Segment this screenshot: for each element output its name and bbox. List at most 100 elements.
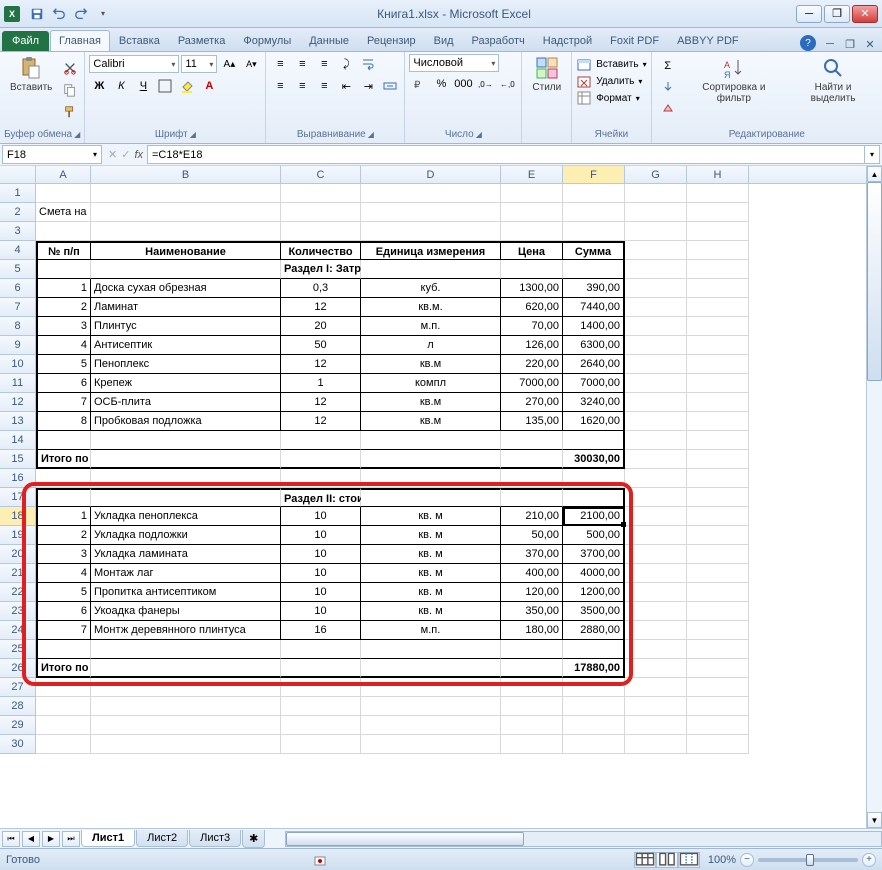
- font-color-button[interactable]: A: [199, 76, 219, 96]
- cell[interactable]: 10: [281, 545, 361, 564]
- cell[interactable]: Количество: [281, 241, 361, 260]
- delete-cells-button[interactable]: Удалить▾: [576, 73, 642, 89]
- select-all-corner[interactable]: [0, 166, 36, 183]
- cell[interactable]: кв. м: [361, 526, 501, 545]
- cell[interactable]: [361, 735, 501, 754]
- cell[interactable]: [687, 507, 749, 526]
- name-box[interactable]: F18▾: [2, 145, 102, 164]
- cell[interactable]: [563, 203, 625, 222]
- row-header-1[interactable]: 1: [0, 184, 36, 203]
- cell[interactable]: Раздел I: Затраты на материалы: [281, 260, 361, 279]
- cell[interactable]: [625, 716, 687, 735]
- cell[interactable]: 620,00: [501, 298, 563, 317]
- column-header-A[interactable]: A: [36, 166, 91, 183]
- cell[interactable]: 70,00: [501, 317, 563, 336]
- scroll-down-button[interactable]: ▼: [867, 812, 882, 828]
- increase-indent-button[interactable]: ⇥: [358, 76, 378, 96]
- sheet-tab-1[interactable]: Лист1: [81, 830, 135, 847]
- cell[interactable]: [91, 222, 281, 241]
- cell[interactable]: [687, 355, 749, 374]
- cell[interactable]: [563, 431, 625, 450]
- cell[interactable]: 8: [36, 412, 91, 431]
- tab-abbyy[interactable]: ABBYY PDF: [668, 30, 748, 51]
- cell[interactable]: [625, 393, 687, 412]
- cell[interactable]: [687, 412, 749, 431]
- cell[interactable]: [91, 640, 281, 659]
- undo-button[interactable]: [50, 5, 68, 23]
- cell[interactable]: [563, 260, 625, 279]
- mdi-close-button[interactable]: ✕: [862, 37, 878, 51]
- comma-format-button[interactable]: 000: [453, 74, 473, 94]
- tab-insert[interactable]: Вставка: [110, 30, 169, 51]
- cell[interactable]: 4: [36, 336, 91, 355]
- row-header-24[interactable]: 24: [0, 621, 36, 640]
- cell[interactable]: 210,00: [501, 507, 563, 526]
- row-header-29[interactable]: 29: [0, 716, 36, 735]
- cell[interactable]: [501, 469, 563, 488]
- cell[interactable]: [625, 678, 687, 697]
- cell[interactable]: [625, 355, 687, 374]
- row-header-21[interactable]: 21: [0, 564, 36, 583]
- cell[interactable]: Укладка подложки: [91, 526, 281, 545]
- sheet-nav-prev[interactable]: ◀: [22, 831, 40, 847]
- cell[interactable]: [91, 469, 281, 488]
- hscroll-thumb[interactable]: [286, 832, 524, 846]
- align-center-button[interactable]: ≡: [292, 76, 312, 96]
- cell[interactable]: [361, 678, 501, 697]
- cell[interactable]: [281, 184, 361, 203]
- cell[interactable]: 5: [36, 583, 91, 602]
- cell[interactable]: [563, 678, 625, 697]
- column-header-H[interactable]: H: [687, 166, 749, 183]
- cell[interactable]: [501, 697, 563, 716]
- row-header-5[interactable]: 5: [0, 260, 36, 279]
- cell[interactable]: кв.м: [361, 393, 501, 412]
- cell[interactable]: 2640,00: [563, 355, 625, 374]
- row-header-19[interactable]: 19: [0, 526, 36, 545]
- cell[interactable]: [361, 697, 501, 716]
- mdi-minimize-button[interactable]: ─: [822, 37, 838, 51]
- cell[interactable]: 12: [281, 298, 361, 317]
- clipboard-dialog-launcher[interactable]: ◢: [74, 130, 80, 139]
- cell[interactable]: 7000,00: [563, 374, 625, 393]
- cell[interactable]: 12: [281, 412, 361, 431]
- cell[interactable]: 7: [36, 621, 91, 640]
- cell[interactable]: кв.м: [361, 355, 501, 374]
- cell[interactable]: 220,00: [501, 355, 563, 374]
- copy-button[interactable]: [60, 80, 80, 100]
- scroll-up-button[interactable]: ▲: [867, 166, 882, 182]
- cell[interactable]: [687, 564, 749, 583]
- cell[interactable]: 5: [36, 355, 91, 374]
- cell[interactable]: Сумма: [563, 241, 625, 260]
- column-header-G[interactable]: G: [625, 166, 687, 183]
- cell[interactable]: [687, 678, 749, 697]
- row-header-15[interactable]: 15: [0, 450, 36, 469]
- formula-bar-expand[interactable]: ▾: [864, 145, 880, 164]
- macro-record-icon[interactable]: [310, 850, 330, 870]
- cell[interactable]: [361, 184, 501, 203]
- cell[interactable]: [625, 374, 687, 393]
- cell[interactable]: 400,00: [501, 564, 563, 583]
- cell[interactable]: Крепеж: [91, 374, 281, 393]
- tab-developer[interactable]: Разработч: [463, 30, 534, 51]
- scroll-thumb[interactable]: [867, 182, 882, 381]
- cell[interactable]: 135,00: [501, 412, 563, 431]
- cell[interactable]: [36, 260, 91, 279]
- cell[interactable]: л: [361, 336, 501, 355]
- cell[interactable]: Монтаж лаг: [91, 564, 281, 583]
- view-page-layout-button[interactable]: [656, 852, 678, 868]
- cell[interactable]: 3700,00: [563, 545, 625, 564]
- new-sheet-button[interactable]: ✱: [242, 830, 265, 848]
- tab-home[interactable]: Главная: [50, 30, 110, 51]
- redo-button[interactable]: [72, 5, 90, 23]
- cell[interactable]: [625, 640, 687, 659]
- cell[interactable]: [687, 640, 749, 659]
- cell[interactable]: м.п.: [361, 317, 501, 336]
- row-header-28[interactable]: 28: [0, 697, 36, 716]
- cell[interactable]: Смета на работы: [36, 203, 91, 222]
- cell[interactable]: 370,00: [501, 545, 563, 564]
- tab-view[interactable]: Вид: [425, 30, 463, 51]
- cell[interactable]: [91, 450, 281, 469]
- cell[interactable]: [281, 735, 361, 754]
- cell[interactable]: 1400,00: [563, 317, 625, 336]
- cell[interactable]: Раздел II: стоимость работ: [281, 488, 361, 507]
